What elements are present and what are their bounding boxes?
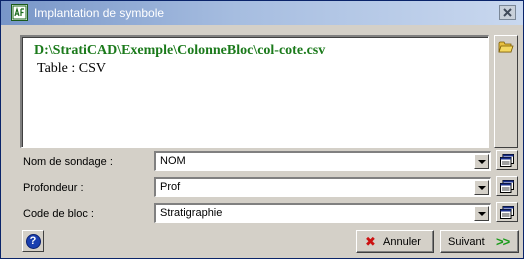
chevron-down-icon [477, 159, 486, 164]
field-label-nom-sondage: Nom de sondage : [23, 156, 113, 168]
cancel-button[interactable]: ✖ Annuler [356, 230, 434, 253]
dialog-window: Implantation de symbole D:\StratiCAD\Exe… [0, 0, 524, 259]
open-folder-icon[interactable] [498, 40, 514, 54]
table-icon [500, 153, 514, 167]
field-label-code-bloc: Code de bloc : [23, 208, 94, 220]
close-button[interactable] [499, 5, 516, 20]
code-bloc-table-button[interactable] [496, 202, 518, 222]
nom-sondage-select[interactable]: NOM [154, 151, 491, 171]
chevron-down-icon [477, 211, 486, 216]
profondeur-value: Prof [160, 181, 181, 193]
table-icon [500, 205, 514, 219]
file-path: D:\StratiCAD\Exemple\ColonneBloc\col-cot… [34, 43, 326, 58]
code-bloc-select[interactable]: Stratigraphie [154, 203, 491, 223]
table-type: Table : CSV [37, 61, 107, 76]
browse-panel[interactable] [494, 35, 518, 148]
profondeur-table-button[interactable] [496, 176, 518, 196]
cancel-icon: ✖ [365, 234, 376, 249]
title-bar[interactable]: Implantation de symbole [1, 1, 523, 25]
nom-sondage-value: NOM [160, 155, 186, 167]
nom-sondage-table-button[interactable] [496, 150, 518, 170]
window-title: Implantation de symbole [34, 6, 165, 20]
chevron-down-icon [477, 185, 486, 190]
field-label-profondeur: Profondeur : [23, 182, 84, 194]
app-logo-icon [11, 4, 28, 21]
close-icon[interactable] [503, 8, 512, 17]
code-bloc-value: Stratigraphie [160, 207, 223, 219]
code-bloc-dropdown-button[interactable] [474, 206, 489, 221]
table-icon [500, 179, 514, 193]
help-icon: ? [25, 233, 41, 249]
cancel-label: Annuler [383, 236, 421, 248]
profondeur-dropdown-button[interactable] [474, 180, 489, 195]
next-button[interactable]: Suivant >> [440, 230, 519, 253]
help-button[interactable]: ? [22, 230, 44, 252]
next-label: Suivant [448, 236, 485, 248]
profondeur-select[interactable]: Prof [154, 177, 491, 197]
file-info-panel: D:\StratiCAD\Exemple\ColonneBloc\col-cot… [20, 35, 489, 148]
double-arrow-right-icon: >> [496, 234, 510, 249]
nom-sondage-dropdown-button[interactable] [474, 154, 489, 169]
